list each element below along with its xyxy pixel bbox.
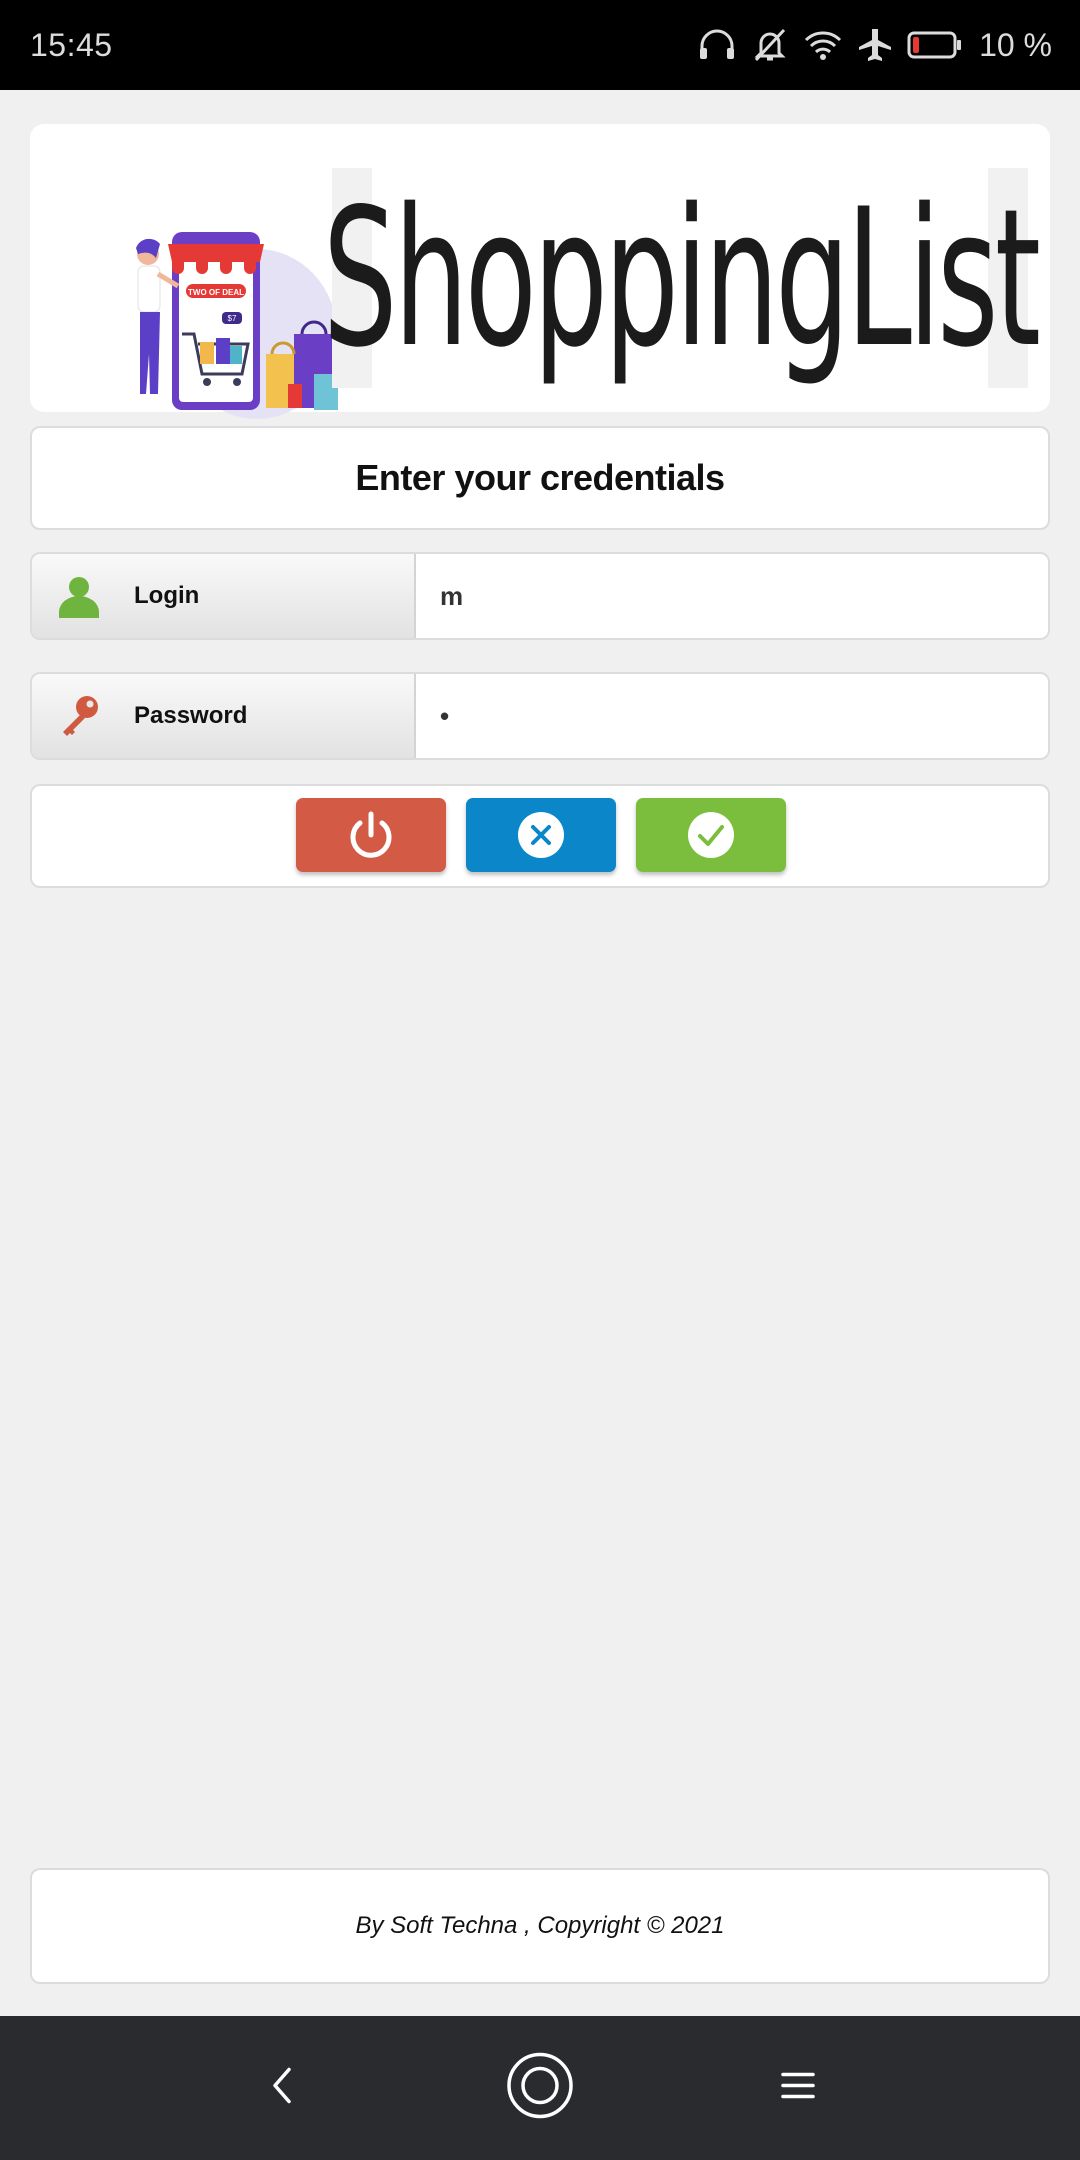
badge-text: $7 — [228, 314, 237, 323]
headset-icon — [700, 29, 735, 59]
logo-banner: TWO OF DEAL $7 ShoppingList — [30, 124, 1050, 419]
user-icon — [54, 574, 104, 618]
login-row: Login — [30, 552, 1050, 640]
menu-button[interactable] — [781, 2071, 815, 2106]
login-label-cell: Login — [32, 554, 416, 638]
copyright-text: By Soft Techna , Copyright © 2021 — [355, 1912, 725, 1939]
home-icon — [507, 2052, 573, 2119]
password-input[interactable] — [416, 674, 1048, 758]
form-title-box: Enter your credentials — [30, 426, 1050, 530]
menu-icon — [781, 2072, 815, 2099]
footer: By Soft Techna , Copyright © 2021 — [30, 1868, 1050, 1984]
home-button[interactable] — [506, 2052, 574, 2125]
password-label: Password — [134, 702, 248, 729]
confirm-button[interactable] — [636, 798, 786, 872]
status-time: 15:45 — [30, 26, 113, 63]
bell-off-icon — [754, 28, 786, 62]
login-label: Login — [134, 582, 200, 609]
airplane-mode-icon — [859, 29, 892, 61]
password-row: Password — [30, 672, 1050, 760]
check-circle-icon — [688, 812, 734, 858]
back-button[interactable] — [267, 2066, 297, 2111]
logo-wordmark: ShoppingList — [322, 167, 1041, 389]
power-icon — [350, 811, 392, 858]
wifi-icon — [805, 31, 842, 60]
power-button[interactable] — [296, 798, 446, 872]
system-nav-bar — [0, 2016, 1080, 2160]
close-circle-icon — [518, 812, 564, 858]
form-title: Enter your credentials — [355, 457, 725, 498]
status-bar: 15:45 10 % — [0, 0, 1080, 90]
key-icon — [54, 694, 104, 738]
battery-low-icon — [907, 31, 962, 59]
logo-wordmark-area: ShoppingList — [322, 167, 1041, 389]
actions-bar — [30, 784, 1050, 888]
battery-percent: 10 % — [979, 26, 1052, 63]
status-icons: 10 % — [697, 27, 1052, 64]
password-label-cell: Password — [32, 674, 416, 758]
sign-text: TWO OF DEAL — [188, 288, 244, 297]
login-input[interactable] — [416, 554, 1048, 638]
back-icon — [273, 2067, 291, 2104]
cancel-button[interactable] — [466, 798, 616, 872]
